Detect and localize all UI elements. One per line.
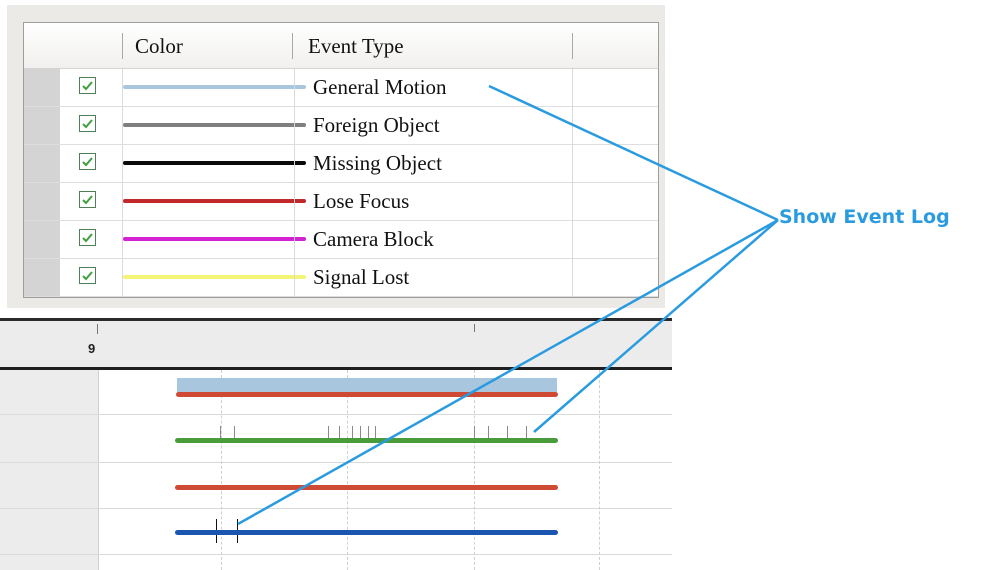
- callout-line: [533, 219, 779, 433]
- callout-line: [488, 84, 779, 222]
- callout-arrows: [237, 84, 779, 526]
- callout-line: [237, 218, 779, 526]
- show-event-log-callout: Show Event Log: [779, 206, 950, 228]
